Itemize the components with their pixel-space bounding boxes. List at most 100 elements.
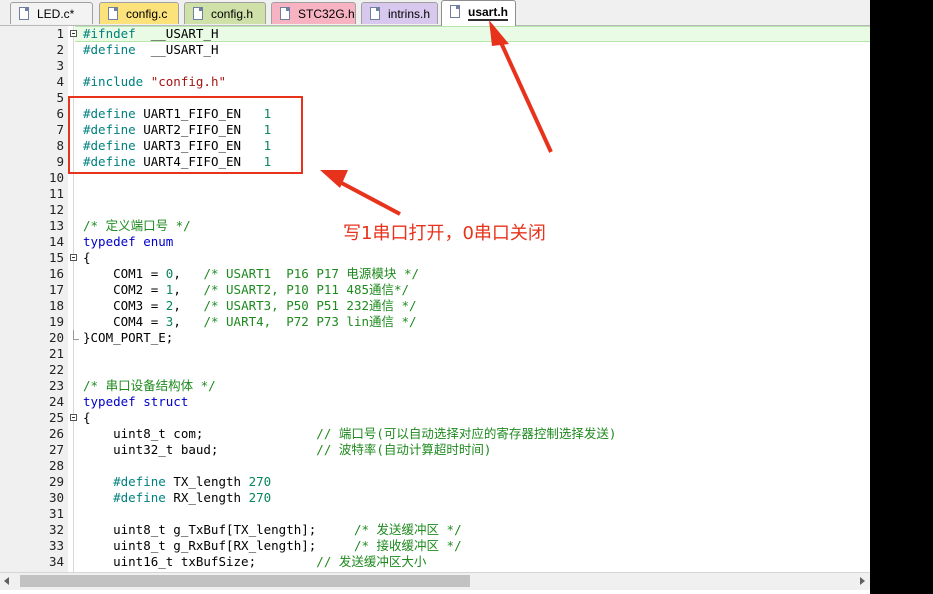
line-number: 34 — [48, 554, 64, 569]
scroll-left-arrow-icon[interactable] — [4, 577, 9, 585]
line-number: 26 — [48, 426, 64, 441]
line-number: 27 — [48, 442, 64, 457]
code-token: COM3 = — [83, 298, 166, 313]
tab-led-c[interactable]: LED.c* — [10, 2, 93, 24]
code-line[interactable]: 28 — [0, 458, 870, 474]
code-token: , — [173, 314, 204, 329]
code-line[interactable]: 12 — [0, 202, 870, 218]
code-token: uint16_t txBufSize; — [83, 554, 317, 569]
horizontal-scrollbar[interactable] — [0, 572, 870, 590]
code-token: TX_length — [165, 474, 249, 489]
tab-config-h[interactable]: config.h — [184, 2, 266, 24]
code-line[interactable]: 31 — [0, 506, 870, 522]
code-token: /* USART2, P10 P11 485通信*/ — [203, 282, 410, 297]
code-token: __USART_H — [135, 42, 219, 57]
file-icon — [280, 7, 290, 20]
file-icon — [450, 5, 460, 18]
code-token: , — [173, 298, 204, 313]
tab-label: STC32G.h — [298, 7, 355, 21]
code-text: #define __USART_H — [83, 42, 218, 58]
code-line[interactable]: 34 uint16_t txBufSize; // 发送缓冲区大小 — [0, 554, 870, 570]
line-number: 9 — [56, 154, 64, 169]
code-line[interactable]: 16 COM1 = 0, /* USART1 P16 P17 电源模块 */ — [0, 266, 870, 282]
code-token: /* 串口设备结构体 */ — [83, 378, 216, 393]
code-text: COM3 = 2, /* USART3, P50 P51 232通信 */ — [83, 298, 417, 314]
code-line[interactable]: 20}COM_PORT_E; — [0, 330, 870, 346]
code-line[interactable]: 23 /* 串口设备结构体 */ — [0, 378, 870, 394]
code-token: 270 — [248, 490, 272, 505]
file-icon — [193, 7, 203, 20]
code-text: uint16_t txBufSize; // 发送缓冲区大小 — [83, 554, 426, 570]
editor-window: LED.c* config.c config.h STC32G.h intrins.h u… — [0, 0, 870, 594]
code-text: #define RX_length 270 — [83, 490, 271, 506]
code-token: __USART_H — [135, 26, 219, 41]
fold-toggle-icon[interactable] — [70, 254, 77, 261]
code-token: // 端口号(可以自动选择对应的寄存器控制选择发送) — [316, 426, 617, 441]
line-number: 21 — [48, 346, 64, 361]
code-token: uint8_t com; — [83, 426, 317, 441]
tab-intrins-h[interactable]: intrins.h — [361, 2, 438, 24]
code-line[interactable]: 29 #define TX_length 270 — [0, 474, 870, 490]
code-text: uint32_t baud; // 波特率(自动计算超时时间) — [83, 442, 491, 458]
code-token: #define — [83, 474, 166, 489]
code-line[interactable]: 17 COM2 = 1, /* USART2, P10 P11 485通信*/ — [0, 282, 870, 298]
code-token: /* 发送缓冲区 */ — [353, 522, 462, 537]
code-text: #include "config.h" — [83, 74, 226, 90]
scroll-right-arrow-icon[interactable] — [860, 577, 865, 585]
code-text: uint8_t com; // 端口号(可以自动选择对应的寄存器控制选择发送) — [83, 426, 616, 442]
line-number: 1 — [56, 26, 64, 41]
tab-label: LED.c* — [37, 7, 75, 21]
code-line[interactable]: 30 #define RX_length 270 — [0, 490, 870, 506]
code-line[interactable]: 22 — [0, 362, 870, 378]
code-line[interactable]: 11 — [0, 186, 870, 202]
code-token: // 波特率(自动计算超时时间) — [316, 442, 492, 457]
fold-toggle-icon[interactable] — [70, 414, 77, 421]
code-token: /* USART3, P50 P51 232通信 */ — [203, 298, 417, 313]
code-token: COM4 = — [83, 314, 166, 329]
code-line[interactable]: 27 uint32_t baud; // 波特率(自动计算超时时间) — [0, 442, 870, 458]
scrollbar-thumb[interactable] — [20, 575, 470, 587]
tab-config-c[interactable]: config.c — [99, 2, 179, 24]
code-token: #include — [83, 74, 151, 89]
code-token: 270 — [248, 474, 272, 489]
code-line[interactable]: 24 typedef struct — [0, 394, 870, 410]
line-number: 25 — [48, 410, 64, 425]
line-number: 30 — [48, 490, 64, 505]
code-token: #define — [83, 42, 136, 57]
code-line[interactable]: 25 { — [0, 410, 870, 426]
code-token: uint8_t g_RxBuf[RX_length]; — [83, 538, 354, 553]
tab-label: config.c — [126, 7, 168, 21]
line-number: 22 — [48, 362, 64, 377]
code-token: #ifndef — [83, 26, 136, 41]
code-line[interactable]: 4 #include "config.h" — [0, 74, 870, 90]
code-line[interactable]: 32 uint8_t g_TxBuf[TX_length]; /* 发送缓冲区 … — [0, 522, 870, 538]
code-line[interactable]: 15 { — [0, 250, 870, 266]
code-token: typedef enum — [83, 234, 174, 249]
code-token: , — [173, 266, 204, 281]
code-text: /* 定义端口号 */ — [83, 218, 191, 234]
code-line[interactable]: 21 — [0, 346, 870, 362]
code-line[interactable]: 18 COM3 = 2, /* USART3, P50 P51 232通信 */ — [0, 298, 870, 314]
line-number: 17 — [48, 282, 64, 297]
line-number: 12 — [48, 202, 64, 217]
code-line[interactable]: 3 — [0, 58, 870, 74]
code-text: COM2 = 1, /* USART2, P10 P11 485通信*/ — [83, 282, 409, 298]
fold-end-icon — [73, 330, 79, 340]
code-token: { — [83, 250, 91, 265]
code-token: /* 接收缓冲区 */ — [353, 538, 462, 553]
tab-usart-h[interactable]: usart.h — [441, 0, 516, 26]
code-line[interactable]: 1 #ifndef __USART_H — [0, 26, 870, 42]
line-number: 15 — [48, 250, 64, 265]
tab-stc32g-h[interactable]: STC32G.h — [271, 2, 356, 24]
fold-toggle-icon[interactable] — [70, 30, 77, 37]
code-line[interactable]: 19 COM4 = 3, /* UART4, P72 P73 lin通信 */ — [0, 314, 870, 330]
code-line[interactable]: 2 #define __USART_H — [0, 42, 870, 58]
line-number: 33 — [48, 538, 64, 553]
line-number: 13 — [48, 218, 64, 233]
code-line[interactable]: 33 uint8_t g_RxBuf[RX_length]; /* 接收缓冲区 … — [0, 538, 870, 554]
code-line[interactable]: 26 uint8_t com; // 端口号(可以自动选择对应的寄存器控制选择发… — [0, 426, 870, 442]
line-number: 29 — [48, 474, 64, 489]
line-number: 2 — [56, 42, 64, 57]
code-token: /* 定义端口号 */ — [83, 218, 191, 233]
code-text: uint8_t g_TxBuf[TX_length]; /* 发送缓冲区 */ — [83, 522, 462, 538]
